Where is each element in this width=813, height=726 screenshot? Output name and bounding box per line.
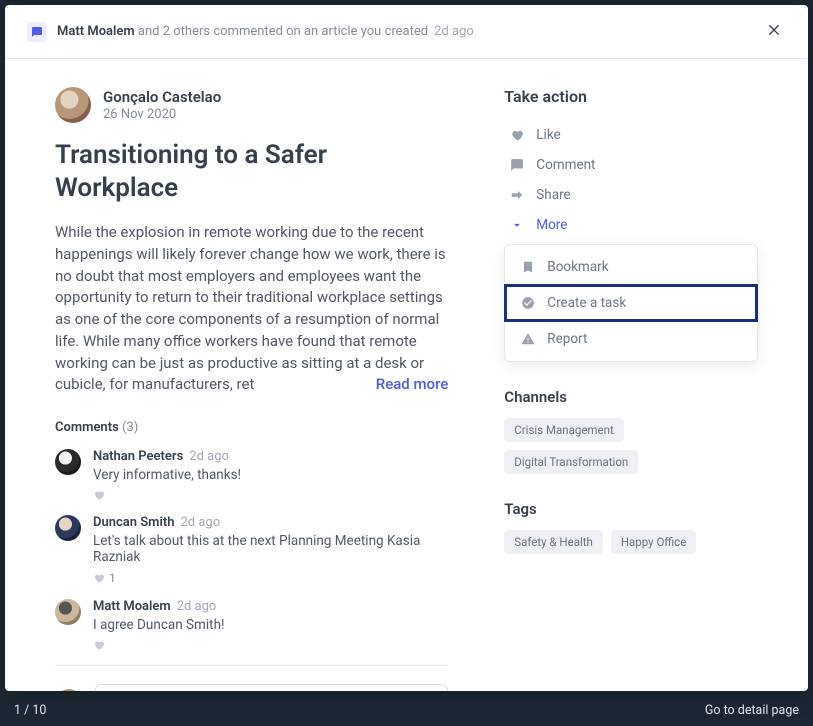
comments-count: (3) [122, 420, 138, 435]
read-more-link[interactable]: Read more [376, 374, 449, 396]
create-task-action[interactable]: Create a task [505, 285, 757, 321]
current-user-avatar [55, 689, 83, 691]
tag-chip[interactable]: Happy Office [611, 530, 696, 554]
comment-action[interactable]: Comment [504, 150, 758, 180]
footer-bar: 1 / 10 Go to detail page [0, 694, 813, 726]
commenter-name[interactable]: Duncan Smith [93, 515, 174, 530]
comment-like-button[interactable] [93, 489, 448, 501]
author-avatar[interactable] [55, 87, 91, 123]
author-name[interactable]: Gonçalo Castelao [103, 88, 221, 106]
comment-time: 2d ago [177, 599, 217, 614]
heart-icon [510, 128, 524, 142]
go-to-detail-link[interactable]: Go to detail page [705, 703, 799, 718]
commenter-avatar[interactable] [55, 599, 81, 625]
article-title: Transitioning to a Safer Workplace [55, 139, 448, 204]
heart-icon [93, 639, 105, 651]
comment-time: 2d ago [189, 449, 229, 464]
channels-list: Crisis Management Digital Transformation [504, 418, 758, 474]
comment-time: 2d ago [180, 515, 220, 530]
modal-content: Gonçalo Castelao 26 Nov 2020 Transitioni… [5, 59, 808, 691]
chevron-down-icon [510, 218, 524, 232]
take-action-title: Take action [504, 87, 758, 106]
bookmark-icon [521, 260, 535, 274]
close-button[interactable] [762, 17, 786, 46]
notification-text: Matt Moalem and 2 others commented on an… [57, 24, 474, 39]
tags-list: Safety & Health Happy Office [504, 530, 758, 554]
comment-text: Very informative, thanks! [93, 467, 448, 483]
comment-text: Let's talk about this at the next Planni… [93, 533, 448, 565]
author-date: 26 Nov 2020 [103, 107, 221, 122]
like-action[interactable]: Like [504, 120, 758, 150]
share-action[interactable]: Share [504, 180, 758, 210]
pager: 1 / 10 [14, 703, 46, 718]
comment-item: Duncan Smith 2d ago Let's talk about this… [55, 515, 448, 585]
comment-like-button[interactable] [93, 639, 448, 651]
report-action[interactable]: Report [505, 321, 757, 357]
comment-icon [510, 158, 524, 172]
bookmark-action[interactable]: Bookmark [505, 249, 757, 285]
heart-icon [93, 489, 105, 501]
notification-actor: Matt Moalem [57, 24, 135, 39]
tag-chip[interactable]: Safety & Health [504, 530, 603, 554]
notification-time: 2d ago [434, 24, 474, 39]
channel-chip[interactable]: Crisis Management [504, 418, 623, 442]
main-column: Gonçalo Castelao 26 Nov 2020 Transitioni… [55, 87, 448, 671]
author-row: Gonçalo Castelao 26 Nov 2020 [55, 87, 448, 123]
more-action[interactable]: More [504, 210, 758, 240]
article-body: While the explosion in remote working du… [55, 222, 448, 396]
comment-like-button[interactable]: 1 [93, 571, 448, 585]
warning-icon [521, 332, 535, 346]
commenter-avatar[interactable] [55, 515, 81, 541]
comment-item: Matt Moalem 2d ago I agree Duncan Smith! [55, 599, 448, 651]
share-icon [510, 188, 524, 202]
tags-title: Tags [504, 500, 758, 518]
heart-icon [93, 572, 105, 584]
commenter-name[interactable]: Nathan Peeters [93, 449, 183, 464]
channel-chip[interactable]: Digital Transformation [504, 450, 638, 474]
comment-text: I agree Duncan Smith! [93, 617, 448, 633]
comments-header: Comments (3) [55, 420, 448, 435]
commenter-avatar[interactable] [55, 449, 81, 475]
commenter-name[interactable]: Matt Moalem [93, 599, 171, 614]
check-circle-icon [521, 296, 535, 310]
side-column: Take action Like Comment Share More B [504, 87, 758, 671]
add-comment-row [55, 665, 448, 691]
add-comment-input[interactable] [95, 684, 448, 691]
more-menu: Bookmark Create a task Report [504, 244, 758, 362]
article-modal: Matt Moalem and 2 others commented on an… [5, 5, 808, 691]
comment-like-count: 1 [109, 571, 116, 585]
channels-title: Channels [504, 388, 758, 406]
notification-bar: Matt Moalem and 2 others commented on an… [5, 5, 808, 59]
comment-item: Nathan Peeters 2d ago Very informative, t… [55, 449, 448, 501]
comment-notification-icon [27, 22, 47, 42]
